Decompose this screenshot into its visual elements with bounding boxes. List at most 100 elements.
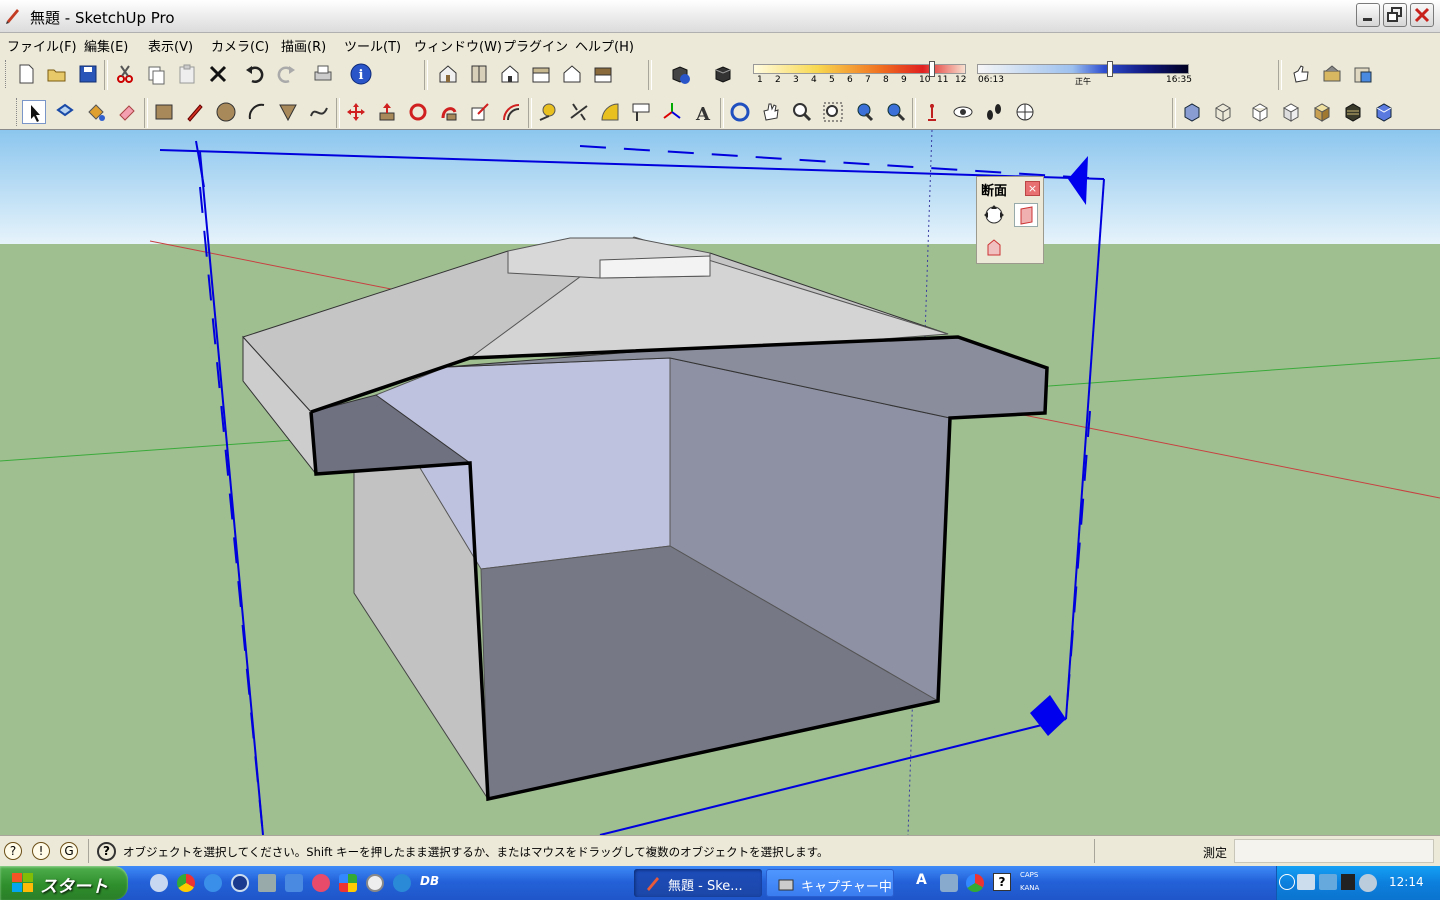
shaded-textures-style-button[interactable] (1310, 100, 1334, 124)
task-sketchup[interactable]: 無題 - Ske... (634, 869, 762, 897)
geo-location-icon[interactable]: ? (4, 842, 22, 860)
menu-help[interactable]: ヘルプ(H) (575, 36, 634, 55)
credits-icon[interactable]: ! (32, 842, 50, 860)
undo-button[interactable] (243, 62, 267, 86)
open-button[interactable] (45, 62, 69, 86)
section-plane-button[interactable] (1013, 100, 1037, 124)
shadow-settings-button[interactable] (668, 62, 692, 86)
print-button[interactable] (311, 62, 335, 86)
protractor-tool-button[interactable] (598, 100, 622, 124)
ime-tools-icon[interactable] (940, 874, 958, 892)
view-back-button[interactable] (560, 62, 584, 86)
tray-expand-icon[interactable] (1279, 874, 1295, 890)
toolbar-grip[interactable] (5, 60, 9, 88)
circle-tool-button[interactable] (214, 100, 238, 124)
quicklaunch-db-icon[interactable]: DB (420, 874, 439, 892)
measurements-input[interactable] (1234, 839, 1434, 863)
view-top-button[interactable] (467, 62, 491, 86)
new-button[interactable] (14, 62, 38, 86)
toolbar-grip[interactable] (16, 98, 20, 126)
erase-button[interactable] (206, 62, 230, 86)
model-canvas[interactable] (0, 130, 1440, 835)
task-capture[interactable]: キャプチャー中 (766, 869, 894, 897)
quicklaunch-explorer-icon[interactable] (258, 874, 276, 892)
make-component-button[interactable] (53, 100, 77, 124)
google-get-models-button[interactable] (1289, 62, 1313, 86)
quicklaunch-disc-icon[interactable] (366, 874, 384, 892)
follow-me-tool-button[interactable] (437, 100, 461, 124)
quicklaunch-red-app-icon[interactable] (312, 874, 330, 892)
section-panel-close-button[interactable]: × (1025, 181, 1040, 196)
monochrome-style-button[interactable] (1341, 100, 1365, 124)
line-tool-button[interactable] (183, 100, 207, 124)
save-button[interactable] (76, 62, 100, 86)
axes-tool-button[interactable] (660, 100, 684, 124)
section-plane-tool-button[interactable] (982, 203, 1006, 227)
view-front-button[interactable] (498, 62, 522, 86)
paint-bucket-button[interactable] (84, 100, 108, 124)
google-share-model-button[interactable] (1320, 62, 1344, 86)
previous-view-button[interactable] (852, 100, 876, 124)
model-info-button[interactable]: i (349, 62, 373, 86)
display-shadows-button[interactable] (711, 62, 735, 86)
quicklaunch-messenger-icon[interactable] (393, 874, 411, 892)
menu-tools[interactable]: ツール(T) (344, 36, 401, 55)
tape-measure-tool-button[interactable] (536, 100, 560, 124)
google-account-icon[interactable]: G (60, 842, 78, 860)
quicklaunch-ie-icon[interactable] (204, 874, 222, 892)
walk-button[interactable] (982, 100, 1006, 124)
push-pull-tool-button[interactable] (375, 100, 399, 124)
quicklaunch-desktop-icon[interactable] (150, 874, 168, 892)
shaded-style-button[interactable] (1279, 100, 1303, 124)
position-camera-button[interactable] (920, 100, 944, 124)
start-button[interactable]: スタート (0, 866, 128, 900)
restore-button[interactable] (1383, 3, 1407, 27)
text-tool-button[interactable] (629, 100, 653, 124)
volume-icon[interactable] (1359, 874, 1377, 892)
view-right-button[interactable] (529, 62, 553, 86)
sketchup-app-icon[interactable] (4, 6, 22, 24)
quicklaunch-chrome-icon[interactable] (177, 874, 195, 892)
view-left-button[interactable] (591, 62, 615, 86)
instructor-help-icon[interactable]: ? (97, 842, 116, 861)
arc-tool-button[interactable] (245, 100, 269, 124)
view-iso-button[interactable] (436, 62, 460, 86)
xray-style-button[interactable] (1180, 100, 1204, 124)
menu-window[interactable]: ウィンドウ(W) (414, 36, 502, 55)
network-icon[interactable] (1297, 874, 1315, 890)
ime-help-icon[interactable]: ? (993, 873, 1011, 891)
time-slider-thumb[interactable] (1107, 61, 1113, 77)
select-tool-button[interactable] (22, 100, 46, 124)
display-section-planes-button[interactable] (1014, 203, 1038, 227)
menu-view[interactable]: 表示(V) (148, 36, 193, 55)
eraser-button[interactable] (115, 100, 139, 124)
freehand-tool-button[interactable] (307, 100, 331, 124)
rotate-tool-button[interactable] (406, 100, 430, 124)
ime-mode-icon[interactable]: A (916, 872, 936, 894)
redo-button[interactable] (274, 62, 298, 86)
menu-edit[interactable]: 編集(E) (84, 36, 128, 55)
quicklaunch-puzzle-icon[interactable] (339, 874, 357, 892)
menu-plugins[interactable]: プラグイン (503, 36, 568, 55)
polygon-tool-button[interactable] (276, 100, 300, 124)
move-tool-button[interactable] (344, 100, 368, 124)
wireframe-style-button[interactable] (1211, 100, 1235, 124)
hidden-line-style-button[interactable] (1248, 100, 1272, 124)
zoom-window-button[interactable] (821, 100, 845, 124)
signal-icon[interactable] (1341, 874, 1355, 890)
paste-button[interactable] (175, 62, 199, 86)
ime-pad-icon[interactable] (966, 874, 984, 892)
rectangle-tool-button[interactable] (152, 100, 176, 124)
cut-button[interactable] (113, 62, 137, 86)
menu-camera[interactable]: カメラ(C) (211, 36, 269, 55)
3d-text-tool-button[interactable]: A (691, 100, 715, 125)
pan-tool-button[interactable] (759, 100, 783, 124)
scale-tool-button[interactable] (468, 100, 492, 124)
quicklaunch-app-icon[interactable] (285, 874, 303, 892)
google-share-component-button[interactable] (1351, 62, 1375, 86)
offset-tool-button[interactable] (499, 100, 523, 124)
copy-button[interactable] (144, 62, 168, 86)
xray-toggle-button[interactable] (1372, 100, 1396, 124)
model-viewport[interactable] (0, 129, 1440, 835)
orbit-tool-button[interactable] (728, 100, 752, 124)
